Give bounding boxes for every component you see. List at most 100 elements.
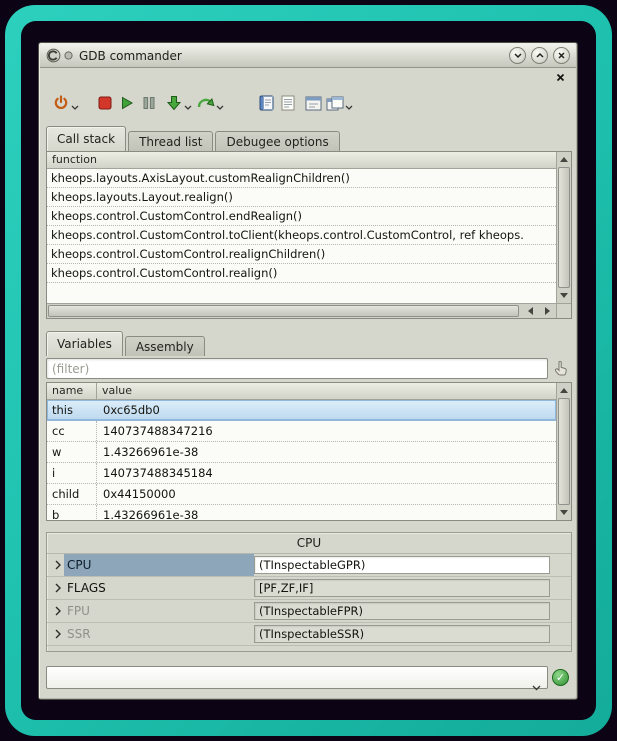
callstack-row[interactable]: kheops.layouts.Layout.realign() [47, 188, 556, 207]
cpu-register-list: CPU (TInspectableGPR) FLAGS [PF,ZF,IF] F… [47, 553, 571, 646]
variable-row[interactable]: w 1.43266961e-38 [47, 442, 556, 463]
open-document-button[interactable] [255, 91, 277, 115]
variable-row[interactable]: i 140737488345184 [47, 463, 556, 484]
close-button[interactable] [553, 47, 570, 64]
register-group-value[interactable]: [PF,ZF,IF] [254, 579, 550, 597]
maximize-button[interactable] [531, 47, 548, 64]
send-command-button[interactable]: ✓ [552, 669, 569, 686]
evaluator-menu-chevron[interactable] [345, 105, 353, 110]
window-menu-icon[interactable] [64, 51, 73, 60]
variable-row[interactable]: this 0xc65db0 [47, 400, 556, 421]
filter-input[interactable] [46, 358, 548, 379]
hand-pointer-icon[interactable] [554, 361, 568, 376]
show-log-button[interactable] [277, 91, 299, 115]
callstack-vertical-scrollbar[interactable] [556, 152, 571, 303]
scrollbar-thumb[interactable] [558, 398, 570, 505]
step-menu-chevron[interactable] [184, 105, 192, 110]
window-title: GDB commander [79, 49, 182, 63]
continue-button[interactable] [116, 91, 138, 115]
scroll-down-button[interactable] [557, 288, 571, 303]
chevron-down-icon [532, 685, 541, 691]
chevron-down-icon [184, 105, 192, 110]
debug-toolbar [50, 90, 356, 116]
variable-name: b [47, 505, 97, 520]
scroll-right-button[interactable] [539, 304, 556, 318]
client-area: Call stack Thread list Debugee options f… [40, 68, 576, 698]
shade-button[interactable] [509, 47, 526, 64]
callstack-column-header[interactable]: function [47, 152, 556, 169]
command-row: ✓ [46, 666, 570, 689]
power-button[interactable] [50, 91, 72, 115]
titlebar[interactable]: GDB commander [40, 44, 576, 68]
cpu-register-row[interactable]: CPU (TInspectableGPR) [47, 554, 571, 577]
command-combobox[interactable] [46, 666, 548, 689]
power-icon [53, 95, 69, 111]
stop-button[interactable] [94, 91, 116, 115]
callstack-row[interactable]: kheops.layouts.AxisLayout.customRealignC… [47, 169, 556, 188]
close-icon [557, 51, 566, 60]
tab-thread-list[interactable]: Thread list [128, 131, 213, 151]
command-input[interactable] [48, 668, 527, 687]
tab-debugee-options[interactable]: Debugee options [215, 131, 339, 151]
register-group-value[interactable]: (TInspectableSSR) [254, 625, 550, 643]
scroll-up-button[interactable] [557, 383, 571, 398]
cpu-register-row[interactable]: FPU (TInspectableFPR) [47, 600, 571, 623]
show-evaluator-button[interactable] [324, 91, 346, 115]
tab-variables[interactable]: Variables [46, 331, 123, 356]
dock-close-button[interactable] [554, 71, 566, 83]
step-over-menu-chevron[interactable] [216, 105, 224, 110]
scrollbar-thumb[interactable] [558, 167, 570, 288]
callstack-horizontal-scrollbar[interactable] [47, 303, 556, 318]
expand-chevron-icon[interactable] [51, 606, 64, 616]
variable-name: cc [47, 421, 97, 441]
step-over-button[interactable] [195, 91, 217, 115]
expand-chevron-icon[interactable] [51, 583, 64, 593]
inspector-tabgroup: Variables Assembly [46, 331, 207, 356]
variable-value: 1.43266961e-38 [97, 445, 198, 459]
cpu-register-row[interactable]: SSR (TInspectableSSR) [47, 623, 571, 646]
combobox-chevron[interactable] [532, 676, 541, 695]
app-icon [46, 48, 61, 63]
variable-row[interactable]: child 0x44150000 [47, 484, 556, 505]
value-column-label: value [97, 383, 132, 399]
chevron-down-icon [71, 105, 79, 110]
step-button[interactable] [163, 91, 185, 115]
scroll-up-button[interactable] [557, 152, 571, 167]
scroll-left-button[interactable] [522, 304, 539, 318]
variable-value: 1.43266961e-38 [97, 508, 198, 520]
callstack-row[interactable]: kheops.control.CustomControl.realignChil… [47, 245, 556, 264]
watch-window-icon [305, 96, 322, 111]
register-group-name[interactable]: SSR [64, 623, 254, 645]
scroll-down-button[interactable] [557, 505, 571, 520]
expand-chevron-icon[interactable] [51, 560, 64, 570]
variable-row[interactable]: b 1.43266961e-38 [47, 505, 556, 520]
callstack-row[interactable]: kheops.control.CustomControl.endRealign(… [47, 207, 556, 226]
callstack-tabgroup: Call stack Thread list Debugee options [46, 126, 342, 151]
register-group-name[interactable]: FLAGS [64, 577, 254, 599]
tab-call-stack[interactable]: Call stack [46, 126, 126, 151]
tab-assembly[interactable]: Assembly [125, 336, 205, 356]
play-icon [120, 96, 134, 110]
register-group-name[interactable]: FPU [64, 600, 254, 622]
scrollbar-thumb[interactable] [48, 305, 519, 317]
pause-button[interactable] [138, 91, 160, 115]
variables-column-header[interactable]: name value [47, 383, 556, 400]
log-icon [281, 95, 295, 111]
register-group-name[interactable]: CPU [64, 554, 254, 576]
variables-panel: name value this 0xc65db0 cc 140737488347… [46, 382, 572, 521]
cpu-register-row[interactable]: FLAGS [PF,ZF,IF] [47, 577, 571, 600]
variable-row[interactable]: cc 140737488347216 [47, 421, 556, 442]
register-group-value[interactable]: (TInspectableGPR) [254, 556, 550, 574]
callstack-row[interactable]: kheops.control.CustomControl.toClient(kh… [47, 226, 556, 245]
register-group-value[interactable]: (TInspectableFPR) [254, 602, 550, 620]
callstack-row[interactable]: kheops.control.CustomControl.realign() [47, 264, 556, 283]
show-watch-button[interactable] [302, 91, 324, 115]
variable-name: i [47, 463, 97, 483]
step-down-icon [166, 95, 182, 111]
close-icon [556, 73, 565, 82]
expand-chevron-icon[interactable] [51, 629, 64, 639]
variables-vertical-scrollbar[interactable] [556, 383, 571, 520]
power-menu-chevron[interactable] [71, 105, 79, 110]
name-column-label: name [47, 383, 97, 399]
cpu-panel-title: CPU [47, 533, 571, 553]
